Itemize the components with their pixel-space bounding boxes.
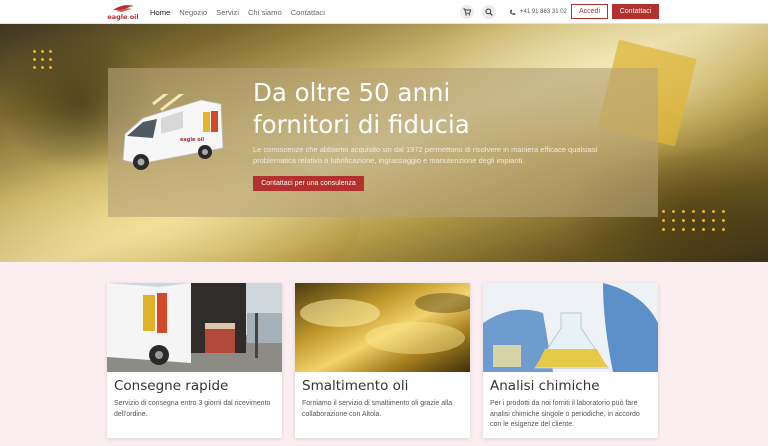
- phone-icon: [509, 9, 516, 15]
- service-card-delivery[interactable]: Consegne rapide Servizio di consegna ent…: [107, 283, 282, 438]
- eagle-oil-logo[interactable]: eagle oil: [107, 3, 139, 21]
- hero-title: Da oltre 50 anni fornitori di fiducia: [253, 78, 470, 139]
- hero-description: Le conoscenze che abbiamo acquisito sin …: [253, 145, 598, 165]
- card-text: Per i prodotti da noi forniti il laborat…: [490, 400, 640, 428]
- card-title: Consegne rapide: [114, 378, 229, 394]
- card-text: Forniamo il servizio di smaltimento oli …: [302, 400, 453, 418]
- oil-card-image: [295, 283, 470, 372]
- search-icon: [485, 8, 493, 16]
- decorative-dots: [33, 50, 52, 69]
- consultation-cta-button[interactable]: Contattaci per una consulenza: [253, 176, 364, 191]
- cart-button[interactable]: [460, 5, 474, 19]
- service-card-analysis[interactable]: Analisi chimiche Per i prodotti da noi f…: [483, 283, 658, 438]
- contact-button[interactable]: Contattaci: [612, 4, 659, 19]
- svg-text:eagle oil: eagle oil: [107, 13, 138, 21]
- menu-item-negozio[interactable]: Negozio: [179, 8, 207, 17]
- card-text: Servizio di consegna entro 3 giorni dal …: [114, 400, 271, 418]
- main-menu: Home Negozio Servizi Chi siamo Contattac…: [150, 0, 325, 24]
- login-button[interactable]: Accedi: [571, 4, 608, 19]
- card-title: Smaltimento oli: [302, 378, 409, 394]
- menu-item-home[interactable]: Home: [150, 8, 170, 17]
- menu-item-servizi[interactable]: Servizi: [216, 8, 239, 17]
- service-card-disposal[interactable]: Smaltimento oli Forniamo il servizio di …: [295, 283, 470, 438]
- hero-banner: eagle oil Da oltre 50 anni fornitori di …: [0, 24, 768, 262]
- card-title: Analisi chimiche: [490, 378, 600, 394]
- search-button[interactable]: [482, 5, 496, 19]
- menu-item-chi-siamo[interactable]: Chi siamo: [248, 8, 282, 17]
- lab-card-image: [483, 283, 658, 372]
- delivery-van-image: eagle oil: [122, 94, 224, 170]
- phone-number: +41 91 863 31 02: [520, 9, 567, 15]
- svg-text:eagle oil: eagle oil: [180, 137, 204, 143]
- cart-icon: [463, 8, 471, 16]
- phone-link[interactable]: +41 91 863 31 02: [509, 0, 567, 24]
- decorative-dots: [662, 210, 725, 231]
- delivery-card-image: [107, 283, 282, 372]
- top-navbar: eagle oil Home Negozio Servizi Chi siamo…: [0, 0, 768, 24]
- menu-item-contattaci[interactable]: Contattaci: [291, 8, 325, 17]
